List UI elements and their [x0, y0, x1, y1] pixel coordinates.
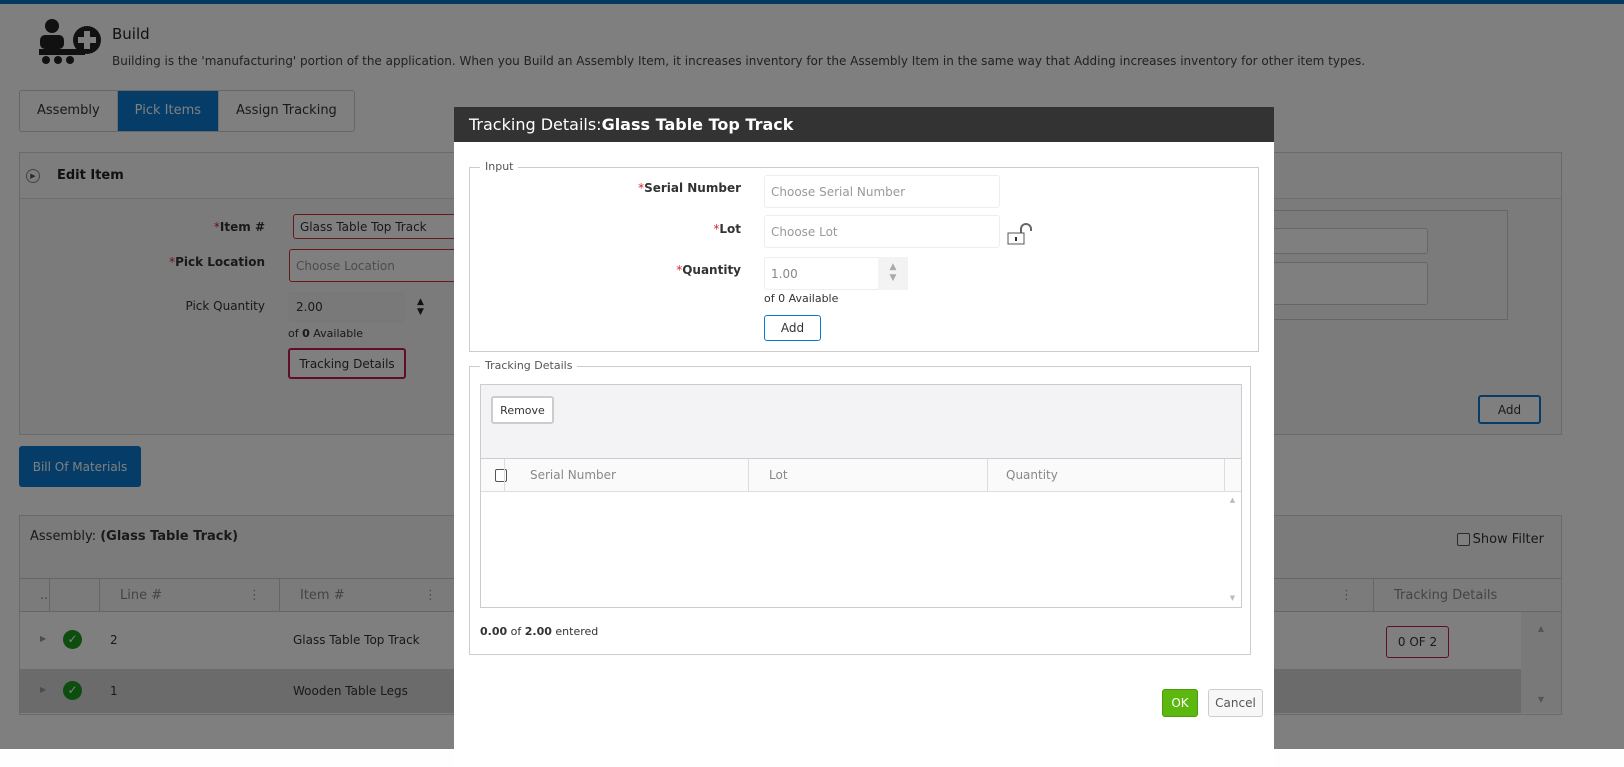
cancel-button[interactable]: Cancel	[1208, 689, 1263, 717]
entered-summary: 0.00 of 2.00 entered	[480, 625, 599, 638]
tracking-details-modal: Tracking Details: Glass Table Top Track I…	[454, 107, 1274, 767]
modal-header: Tracking Details: Glass Table Top Track	[454, 107, 1274, 142]
serial-number-label: Serial Number	[644, 181, 741, 195]
serial-number-input[interactable]: Choose Serial Number	[764, 175, 1000, 208]
column-header-lot[interactable]: Lot	[748, 459, 987, 492]
remove-button[interactable]: Remove	[491, 396, 554, 424]
quantity-spinner[interactable]: ▲▼	[878, 257, 908, 290]
quantity-available: of 0 Available	[764, 292, 839, 305]
column-header-serial[interactable]: Serial Number	[504, 459, 748, 492]
modal-add-button[interactable]: Add	[764, 315, 821, 341]
tracking-grid-header: Serial Number Lot Quantity	[481, 459, 1241, 492]
quantity-label: Quantity	[682, 263, 741, 277]
modal-title-item: Glass Table Top Track	[601, 115, 794, 134]
lot-label: Lot	[719, 222, 741, 236]
input-legend: Input	[480, 160, 519, 173]
modal-title-prefix: Tracking Details:	[469, 115, 602, 134]
tracking-grid: Remove Serial Number Lot Quantity ▲ ▼	[480, 384, 1242, 608]
tracking-details-legend: Tracking Details	[480, 359, 578, 372]
lot-input[interactable]: Choose Lot	[764, 215, 1000, 248]
column-header-spacer	[1224, 459, 1241, 492]
tracking-grid-scrollbar[interactable]: ▲ ▼	[1224, 492, 1241, 607]
ok-button[interactable]: OK	[1162, 689, 1198, 717]
column-header-quantity[interactable]: Quantity	[987, 459, 1224, 492]
unlock-icon[interactable]	[1007, 223, 1035, 245]
